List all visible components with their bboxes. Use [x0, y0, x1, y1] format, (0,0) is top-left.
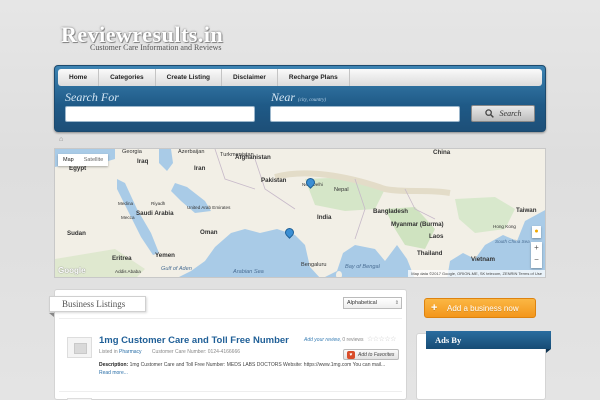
- map-attribution[interactable]: Map data ©2017 Google, ORION-ME, SK tele…: [408, 270, 545, 277]
- listings-heading: Business Listings: [49, 296, 146, 317]
- map-label: United Arab Emirates: [187, 205, 231, 210]
- map-label: Gulf of Aden: [161, 266, 192, 272]
- nav-home[interactable]: Home: [58, 69, 100, 86]
- category-link[interactable]: Pharmacy: [119, 349, 142, 355]
- map-label: Afghanistan: [235, 154, 271, 161]
- read-more-link[interactable]: Read more...: [99, 370, 128, 376]
- map-label: Taiwan: [516, 207, 537, 214]
- map-widget[interactable]: Georgia Azerbaijan Turkmenistan Iraq Ira…: [54, 148, 546, 278]
- map-type-map[interactable]: Map: [58, 154, 79, 166]
- breadcrumb-home-icon[interactable]: ⌂: [59, 136, 63, 143]
- map-label: Hong Kong: [493, 224, 516, 229]
- listing-thumbnail[interactable]: [67, 337, 92, 358]
- map-label: Riyadh: [151, 201, 166, 206]
- map-type-satellite[interactable]: Satellite: [78, 154, 109, 166]
- zoom-out-button[interactable]: −: [531, 254, 542, 266]
- phone-number: Customer Care Number: 0124-4166666: [151, 349, 241, 355]
- near-text: Near: [271, 90, 295, 104]
- nav-disclaimer[interactable]: Disclaimer: [222, 69, 278, 86]
- rating-stars: ☆☆☆☆☆: [367, 336, 396, 343]
- map-label: South China Sea: [495, 239, 530, 244]
- ads-heading: Ads By: [426, 331, 551, 353]
- add-business-label: Add a business now: [447, 304, 519, 313]
- map-label: Medina: [118, 201, 134, 206]
- map-label: Oman: [200, 229, 218, 236]
- google-logo: Google: [58, 266, 86, 275]
- plus-icon: +: [431, 302, 438, 314]
- map-label: Nepal: [334, 187, 349, 193]
- pegman-icon[interactable]: ●: [532, 226, 541, 238]
- search-for-label: Search For: [65, 90, 119, 105]
- map-label: Egypt: [69, 165, 87, 172]
- map-label: Vietnam: [471, 256, 495, 263]
- map-label: Sudan: [67, 230, 86, 237]
- main-nav: Home Categories Create Listing Disclaime…: [58, 69, 542, 86]
- listing-description: Description: 1mg Customer Care and Toll …: [99, 362, 403, 368]
- nav-create-listing[interactable]: Create Listing: [156, 69, 223, 86]
- listed-in-label: Listed in: [99, 349, 118, 355]
- site-tagline: Customer Care Information and Reviews: [90, 43, 222, 52]
- near-label: Near (city, country): [271, 90, 326, 105]
- search-button-label: Search: [499, 109, 522, 118]
- map-label: Iran: [194, 165, 206, 172]
- search-input[interactable]: [65, 106, 255, 122]
- map-label: Eritrea: [112, 255, 132, 262]
- nav-categories[interactable]: Categories: [99, 69, 156, 86]
- map-label: Addis Ababa: [115, 269, 141, 274]
- map-label: China: [433, 149, 451, 156]
- search-panel: Home Categories Create Listing Disclaime…: [54, 65, 546, 132]
- divider: [59, 391, 402, 392]
- map-label: India: [317, 214, 332, 221]
- map-label: Myanmar (Burma): [391, 221, 444, 228]
- map-label: Mecca: [121, 215, 135, 220]
- map-label: Pakistan: [261, 177, 287, 184]
- magnifier-icon: [484, 109, 494, 118]
- nav-recharge-plans[interactable]: Recharge Plans: [278, 69, 350, 86]
- favorites-label: Add to Favorites: [358, 352, 395, 358]
- near-input[interactable]: [270, 106, 460, 122]
- search-for-text: Search For: [65, 90, 119, 104]
- map-label: Iraq: [137, 158, 149, 165]
- map-label: Laos: [429, 233, 444, 240]
- business-listings-panel: Business Listings Alphabetical 1mg Custo…: [49, 289, 407, 400]
- map-label: Bay of Bengal: [345, 264, 380, 270]
- map-label: Arabian Sea: [233, 269, 264, 275]
- near-hint: (city, country): [298, 98, 327, 103]
- listing-meta: Listed in Pharmacy Customer Care Number:…: [99, 349, 240, 355]
- heart-icon: ♥: [347, 351, 355, 359]
- add-review-link[interactable]: Add your review,: [304, 337, 341, 343]
- map-label: Bangladesh: [373, 208, 409, 215]
- map-label: Azerbaijan: [178, 149, 205, 155]
- review-count: 0 reviews: [342, 337, 364, 343]
- map-label: Saudi Arabia: [136, 210, 174, 217]
- zoom-in-button[interactable]: +: [531, 242, 542, 254]
- map-type-control: Map Satellite: [58, 154, 109, 166]
- description-text: 1mg Customer Care and Toll Free Number: …: [129, 362, 386, 368]
- zoom-control: + −: [531, 242, 542, 268]
- map-label: Georgia: [122, 149, 142, 155]
- search-button[interactable]: Search: [471, 105, 535, 122]
- map-label: Yemen: [155, 252, 175, 259]
- review-info: Add your review, 0 reviews: [304, 337, 363, 343]
- description-label: Description:: [99, 362, 129, 368]
- divider: [59, 318, 402, 319]
- add-to-favorites-button[interactable]: ♥ Add to Favorites: [343, 349, 399, 360]
- map-label: Thailand: [417, 250, 443, 257]
- listing-title[interactable]: 1mg Customer Care and Toll Free Number: [99, 335, 289, 346]
- add-business-button[interactable]: + Add a business now: [424, 298, 536, 318]
- sort-select[interactable]: Alphabetical: [343, 297, 402, 309]
- map-label: Bengaluru: [301, 262, 327, 268]
